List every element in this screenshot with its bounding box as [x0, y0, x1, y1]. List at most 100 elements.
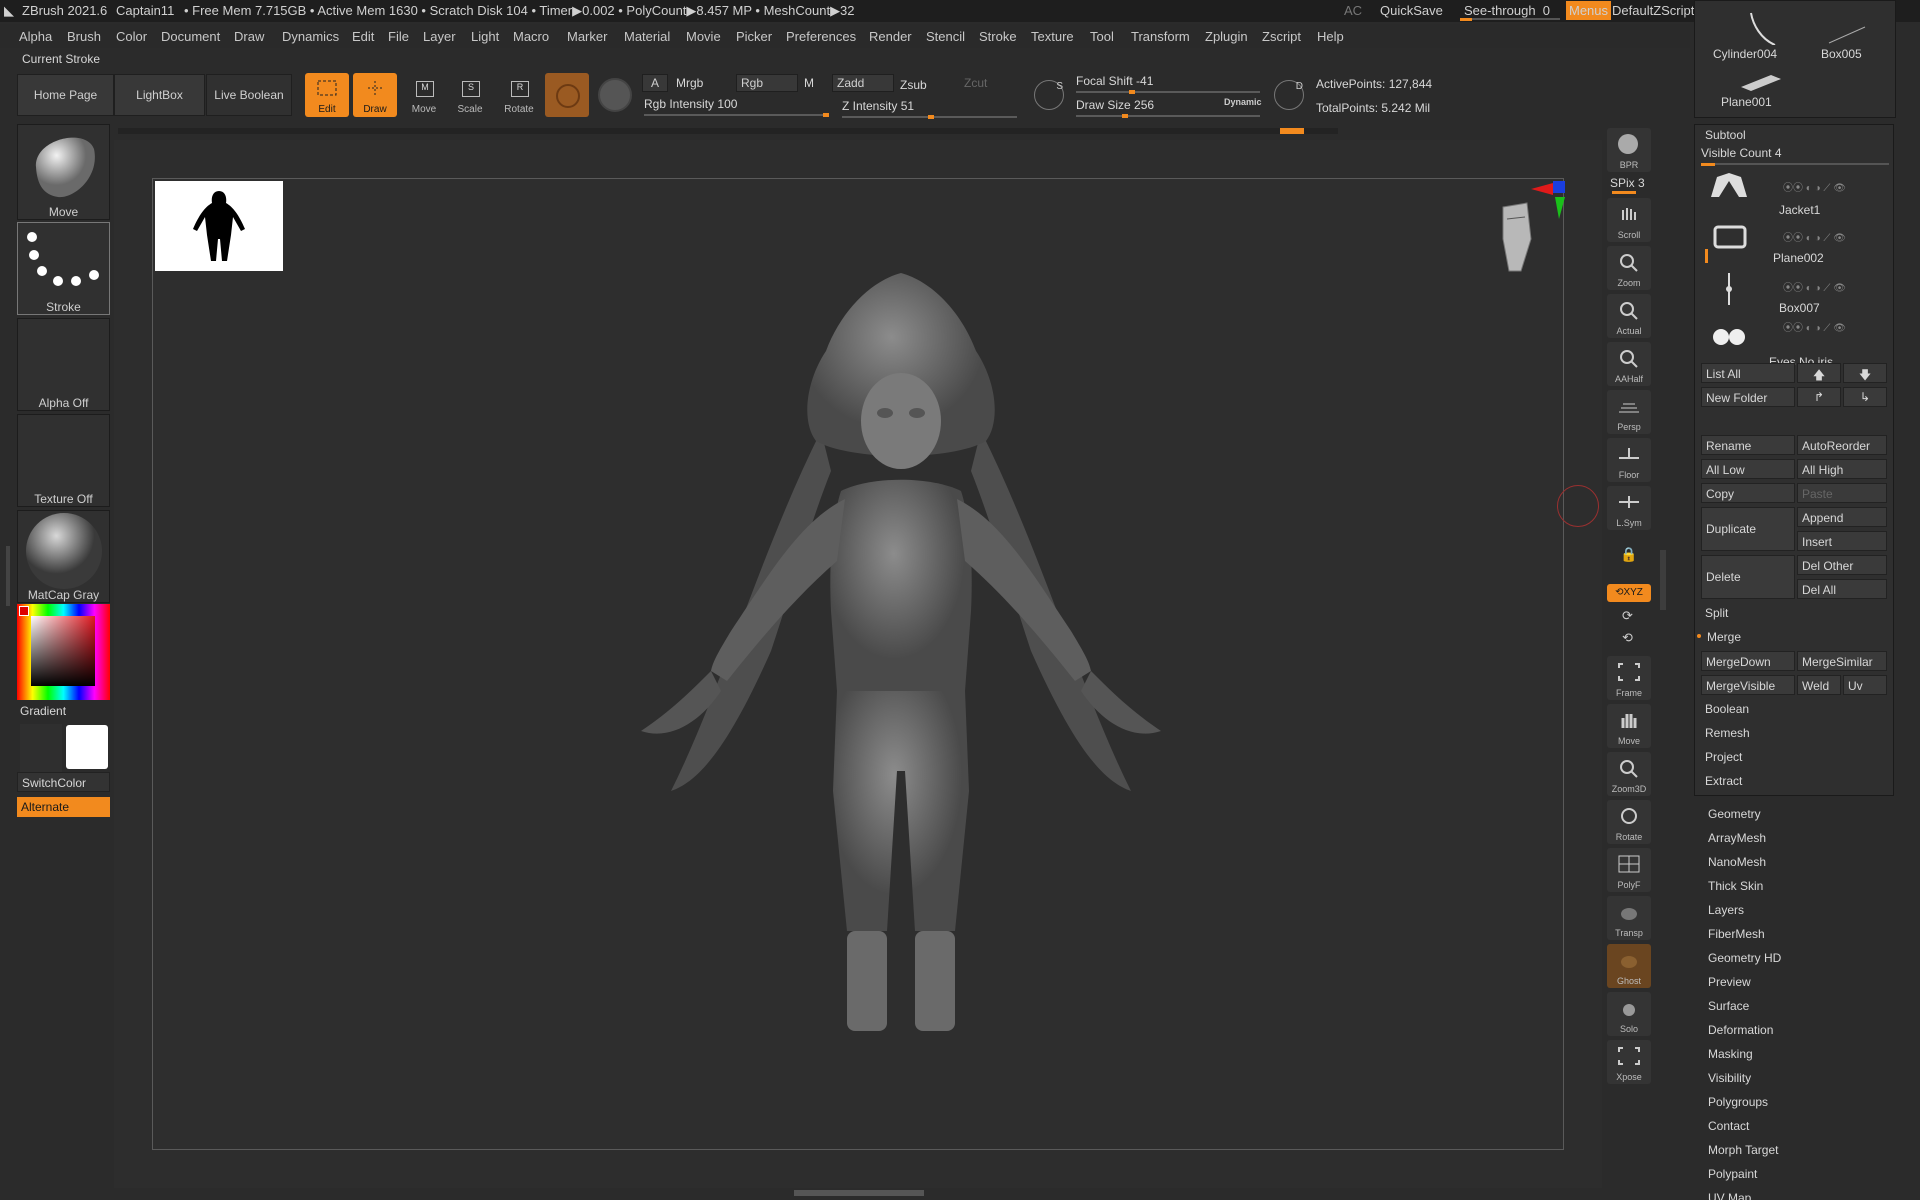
rgb-intensity-slider[interactable] [644, 113, 829, 117]
viewport-canvas[interactable] [152, 178, 1599, 1150]
menu-tool[interactable]: Tool [1090, 29, 1114, 44]
m-button[interactable]: M [804, 76, 814, 90]
spix-slider-icon[interactable] [1612, 191, 1636, 194]
menu-edit[interactable]: Edit [352, 29, 374, 44]
subtool-visibility-icon[interactable]: ⦿⦿ ◐ ◑ ⟋ 👁 [1783, 179, 1846, 194]
del-other-button[interactable]: Del Other [1797, 555, 1887, 575]
ghost-button[interactable]: Ghost [1607, 944, 1651, 988]
seethrough-slider[interactable]: See-through 0 [1464, 3, 1550, 18]
menus-toggle[interactable]: Menus [1566, 1, 1612, 20]
rotate-mode-button[interactable]: R Rotate [497, 73, 541, 117]
menu-macro[interactable]: Macro [513, 29, 549, 44]
menu-brush[interactable]: Brush [67, 29, 101, 44]
navigator-head-icon[interactable] [1469, 179, 1569, 289]
move-mode-button[interactable]: M Move [402, 73, 446, 117]
rename-button[interactable]: Rename [1701, 435, 1795, 455]
menu-render[interactable]: Render [869, 29, 912, 44]
visible-count[interactable]: Visible Count 4 [1701, 146, 1782, 160]
rgb-intensity-label[interactable]: Rgb Intensity 100 [644, 97, 737, 111]
polyf-button[interactable]: PolyF [1607, 848, 1651, 892]
subtool-item-eyes[interactable]: Eyes No iris ⦿⦿ ◐ ◑ ⟋ 👁 [1709, 321, 1889, 369]
folder-in-icon[interactable]: ↱ [1797, 387, 1841, 407]
color-picker[interactable] [17, 604, 110, 700]
subtool-visibility-icon[interactable]: ⦿⦿ ◐ ◑ ⟋ 👁 [1783, 319, 1846, 334]
draw-size-slider[interactable] [1076, 114, 1260, 118]
append-button[interactable]: Append [1797, 507, 1887, 527]
right-tray-handle[interactable] [1660, 550, 1666, 610]
rgb-button[interactable]: Rgb [736, 74, 798, 92]
autoreorder-button[interactable]: AutoReorder [1797, 435, 1887, 455]
menu-color[interactable]: Color [116, 29, 147, 44]
menu-file[interactable]: File [388, 29, 409, 44]
draw-size-label[interactable]: Draw Size 256 [1076, 98, 1154, 112]
section-nanomesh[interactable]: NanoMesh [1708, 855, 1908, 869]
move-up-icon[interactable]: 🡅 [1797, 363, 1841, 383]
z-intensity-label[interactable]: Z Intensity 51 [842, 99, 914, 113]
menu-layer[interactable]: Layer [423, 29, 456, 44]
alpha-tile[interactable]: Alpha Off [17, 318, 110, 411]
visible-count-slider[interactable] [1701, 163, 1889, 166]
duplicate-button[interactable]: Duplicate [1701, 507, 1795, 551]
new-folder-button[interactable]: New Folder [1701, 387, 1795, 407]
subtool-visibility-icon[interactable]: ⦿⦿ ◐ ◑ ⟋ 👁 [1783, 229, 1846, 244]
folder-out-icon[interactable]: ↳ [1843, 387, 1887, 407]
subtool-item-plane002[interactable]: Plane002 ⦿⦿ ◐ ◑ ⟋ 👁 [1709, 221, 1889, 269]
mergesimilar-button[interactable]: MergeSimilar [1797, 651, 1887, 671]
scale-mode-button[interactable]: S Scale [448, 73, 492, 117]
section-thick-skin[interactable]: Thick Skin [1708, 879, 1908, 893]
move-view-button[interactable]: Move [1607, 704, 1651, 748]
paste-button[interactable]: Paste [1797, 483, 1887, 503]
section-deformation[interactable]: Deformation [1708, 1023, 1908, 1037]
subtool-scroll-marker[interactable] [1705, 249, 1708, 263]
persp-button[interactable]: Persp [1607, 390, 1651, 434]
section-geometry-hd[interactable]: Geometry HD [1708, 951, 1908, 965]
insert-button[interactable]: Insert [1797, 531, 1887, 551]
zcut-button[interactable]: Zcut [964, 76, 987, 90]
section-preview[interactable]: Preview [1708, 975, 1908, 989]
uv-button[interactable]: Uv [1843, 675, 1887, 695]
aahalf-button[interactable]: AAHalf [1607, 342, 1651, 386]
menu-picker[interactable]: Picker [736, 29, 772, 44]
texture-tile[interactable]: Texture Off [17, 414, 110, 507]
section-masking[interactable]: Masking [1708, 1047, 1908, 1061]
home-page-button[interactable]: Home Page [17, 74, 114, 116]
subtool-item-jacket[interactable]: Jacket1 ⦿⦿ ◐ ◑ ⟋ 👁 [1709, 171, 1889, 219]
xyz-toggle[interactable]: ⟲XYZ [1607, 584, 1651, 602]
spix-setting[interactable]: SPix 3 [1610, 176, 1645, 190]
zsub-button[interactable]: Zsub [900, 78, 927, 92]
del-all-button[interactable]: Del All [1797, 579, 1887, 599]
alternate-button[interactable]: Alternate [17, 797, 110, 817]
extract-section[interactable]: Extract [1701, 771, 1887, 791]
list-all-button[interactable]: List All [1701, 363, 1795, 383]
material-tile[interactable]: MatCap Gray [17, 510, 110, 603]
all-high-button[interactable]: All High [1797, 459, 1887, 479]
menu-preferences[interactable]: Preferences [786, 29, 856, 44]
character-sculpt[interactable] [601, 271, 1201, 1131]
zoom-button[interactable]: Zoom [1607, 246, 1651, 290]
menu-help[interactable]: Help [1317, 29, 1344, 44]
project-section[interactable]: Project [1701, 747, 1887, 767]
subtool-visibility-icon[interactable]: ⦿⦿ ◐ ◑ ⟋ 👁 [1783, 279, 1846, 294]
lsym-button[interactable]: L.Sym [1607, 486, 1651, 530]
focal-shift-slider[interactable] [1076, 90, 1260, 94]
menu-stencil[interactable]: Stencil [926, 29, 965, 44]
secondary-color-swatch[interactable] [20, 724, 62, 772]
weld-button[interactable]: Weld [1797, 675, 1841, 695]
all-low-button[interactable]: All Low [1701, 459, 1795, 479]
menu-texture[interactable]: Texture [1031, 29, 1074, 44]
menu-zscript[interactable]: Zscript [1262, 29, 1301, 44]
scroll-button[interactable]: Scroll [1607, 198, 1651, 242]
section-fibermesh[interactable]: FiberMesh [1708, 927, 1908, 941]
brush-tile-move[interactable]: Move [17, 124, 110, 220]
solo-button[interactable]: Solo [1607, 992, 1651, 1036]
remesh-section[interactable]: Remesh [1701, 723, 1887, 743]
move-down-icon[interactable]: 🡇 [1843, 363, 1887, 383]
cylinder004-thumb[interactable]: Cylinder004 [1713, 47, 1777, 61]
menu-transform[interactable]: Transform [1131, 29, 1190, 44]
focal-shift-label[interactable]: Focal Shift -41 [1076, 74, 1153, 88]
zoom3d-button[interactable]: Zoom3D [1607, 752, 1651, 796]
lightbox-button[interactable]: LightBox [114, 74, 205, 116]
menu-marker[interactable]: Marker [567, 29, 607, 44]
rotate-z-icon[interactable]: ⟲ [1622, 630, 1633, 646]
quicksave-button[interactable]: QuickSave [1380, 3, 1443, 18]
